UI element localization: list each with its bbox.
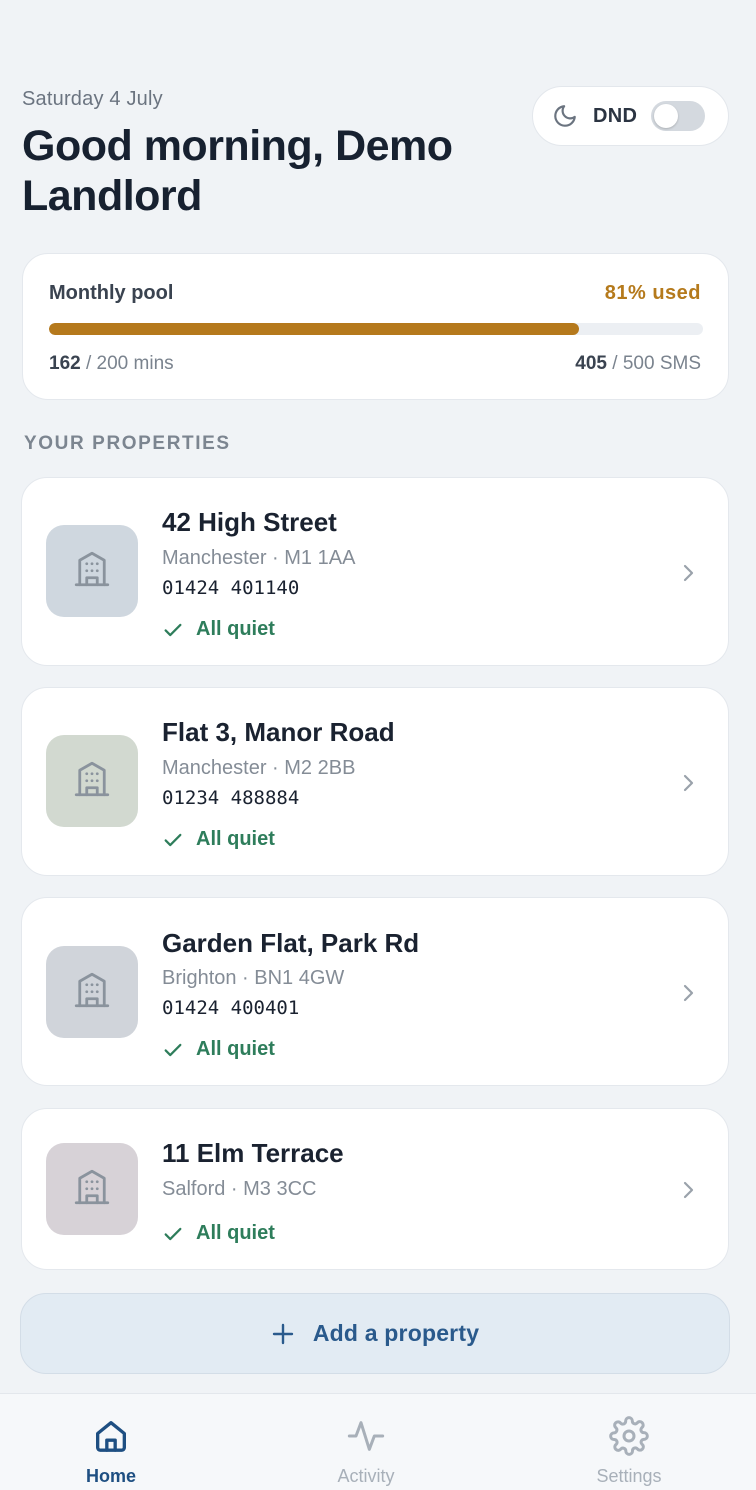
- property-card[interactable]: Flat 3, Manor Road Manchester · M2 2BB 0…: [21, 687, 729, 876]
- property-name: Garden Flat, Park Rd: [162, 928, 420, 958]
- property-name: Flat 3, Manor Road: [162, 717, 395, 747]
- dnd-switch[interactable]: [651, 101, 706, 131]
- tab-label: Settings: [596, 1466, 662, 1486]
- tab-settings[interactable]: Settings: [549, 1394, 709, 1490]
- property-status: All quiet: [162, 1222, 275, 1245]
- check-icon: [162, 1223, 184, 1245]
- dnd-toggle-pill[interactable]: DND: [532, 86, 729, 146]
- tab-label: Activity: [337, 1466, 395, 1486]
- property-card[interactable]: 42 High Street Manchester · M1 1AA 01424…: [21, 477, 729, 666]
- bottom-tab-bar: Home Activity Settings: [0, 1393, 756, 1490]
- property-phone: 01424 401140: [162, 577, 300, 599]
- building-icon: [71, 1166, 113, 1213]
- building-icon: [71, 548, 113, 595]
- property-card[interactable]: Garden Flat, Park Rd Brighton · BN1 4GW …: [21, 897, 729, 1086]
- chevron-right-icon: [678, 769, 698, 797]
- gear-icon: [609, 1416, 649, 1456]
- property-status: All quiet: [162, 1038, 275, 1061]
- pool-usage-percent: 81% used: [604, 282, 701, 304]
- pool-sms: 405 / 500 SMS: [575, 353, 701, 374]
- plus-icon: [271, 1322, 295, 1346]
- home-icon: [91, 1416, 131, 1456]
- property-location: Brighton · BN1 4GW: [162, 967, 345, 989]
- activity-icon: [346, 1416, 386, 1456]
- page-title: Good morning, Demo Landlord: [22, 122, 453, 220]
- property-thumbnail: [46, 735, 138, 827]
- date-label: Saturday 4 July: [22, 88, 163, 110]
- add-property-button[interactable]: Add a property: [20, 1293, 730, 1374]
- pool-progress-fill: [49, 323, 579, 335]
- monthly-pool-card: Monthly pool 81% used 162 / 200 mins 405 …: [22, 253, 729, 400]
- check-icon: [162, 829, 184, 851]
- dnd-switch-knob: [654, 104, 679, 128]
- property-status: All quiet: [162, 618, 275, 641]
- tab-home[interactable]: Home: [31, 1394, 191, 1490]
- greeting-header: Saturday 4 July Good morning, Demo Landl…: [22, 88, 502, 221]
- check-icon: [162, 1039, 184, 1061]
- property-phone: 01234 488884: [162, 787, 300, 809]
- property-name: 42 High Street: [162, 507, 337, 537]
- pool-title: Monthly pool: [49, 282, 174, 304]
- tab-activity[interactable]: Activity: [286, 1394, 446, 1490]
- property-thumbnail: [46, 525, 138, 617]
- pool-progress-bar: [49, 323, 703, 335]
- property-phone: 01424 400401: [162, 997, 300, 1019]
- property-location: Manchester · M2 2BB: [162, 757, 356, 779]
- property-location: Salford · M3 3CC: [162, 1178, 317, 1200]
- property-status: All quiet: [162, 828, 275, 851]
- chevron-right-icon: [678, 559, 698, 587]
- property-name: 11 Elm Terrace: [162, 1138, 344, 1168]
- check-icon: [162, 619, 184, 641]
- building-icon: [71, 969, 113, 1016]
- property-thumbnail: [46, 1143, 138, 1235]
- property-thumbnail: [46, 946, 138, 1038]
- chevron-right-icon: [678, 979, 698, 1007]
- moon-icon: [551, 102, 579, 130]
- property-card[interactable]: 11 Elm Terrace Salford · M3 3CC All quie…: [21, 1108, 729, 1270]
- property-location: Manchester · M1 1AA: [162, 547, 356, 569]
- dnd-label: DND: [593, 104, 638, 127]
- building-icon: [71, 758, 113, 805]
- section-title-properties: YOUR PROPERTIES: [24, 433, 231, 454]
- chevron-right-icon: [678, 1176, 698, 1204]
- tab-label: Home: [85, 1466, 136, 1486]
- add-property-label: Add a property: [312, 1320, 480, 1346]
- pool-mins: 162 / 200 mins: [49, 353, 174, 374]
